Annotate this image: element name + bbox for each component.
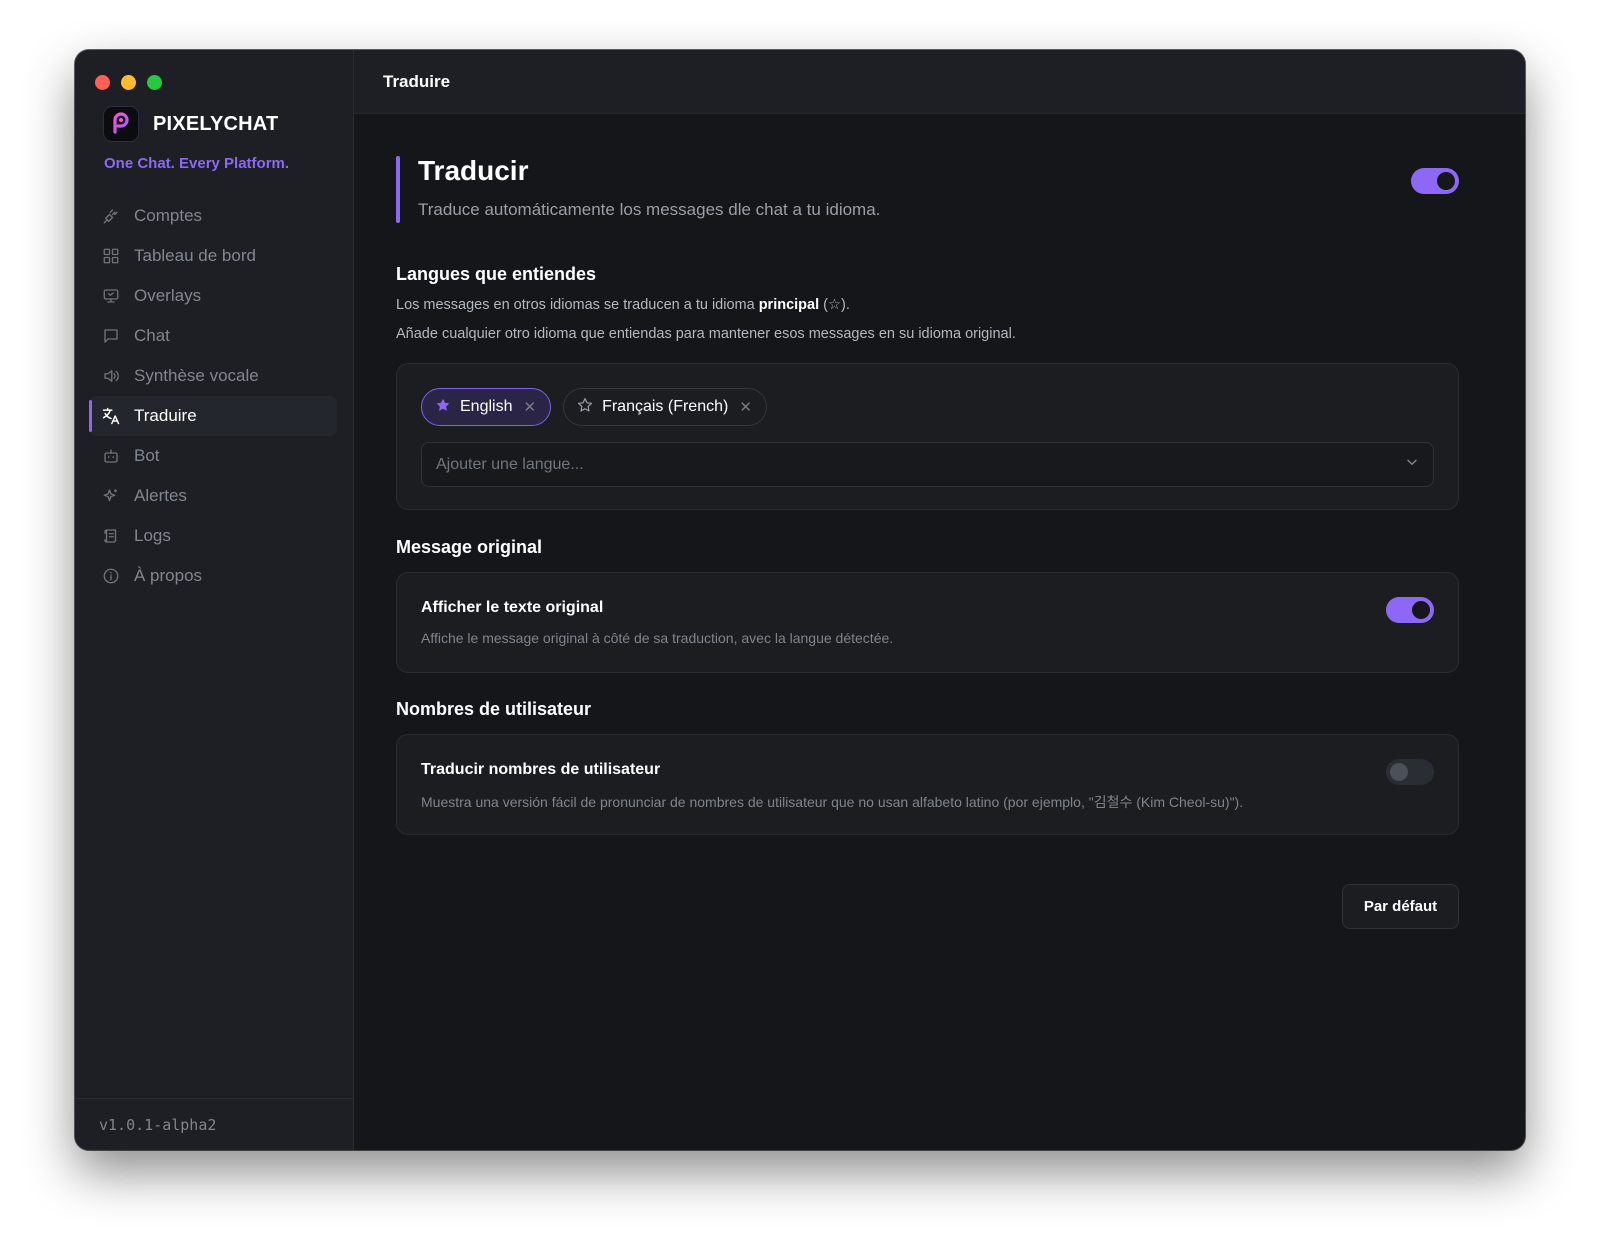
star-filled-icon[interactable]: [435, 397, 451, 418]
zoom-window-button[interactable]: [147, 75, 162, 90]
chevron-down-icon: [1405, 455, 1419, 474]
version-label: v1.0.1-alpha2: [75, 1098, 353, 1150]
sidebar-item-label: Alertes: [134, 486, 187, 505]
sidebar-item-alertes[interactable]: Alertes: [89, 476, 337, 516]
pixelychat-logo-icon: [103, 106, 139, 142]
language-chip[interactable]: Français (French) ✕: [563, 388, 767, 426]
sidebar-item-label: Chat: [134, 326, 170, 345]
sidebar-item-label: Bot: [134, 446, 160, 465]
remove-language-icon[interactable]: ✕: [523, 398, 536, 416]
sidebar-item-chat[interactable]: Chat: [89, 316, 337, 356]
usernames-section-title: Nombres de utilisateur: [396, 699, 592, 719]
sidebar-item-label: Traduire: [134, 406, 197, 425]
show-original-toggle[interactable]: [1386, 597, 1434, 623]
info-icon: [101, 566, 121, 586]
toggle-knob: [1390, 763, 1408, 781]
languages-description: Los messages en otros idiomas se traduce…: [396, 291, 1459, 320]
chat-bubble-icon: [101, 326, 121, 346]
sidebar-item-synthese-vocale[interactable]: Synthèse vocale: [89, 356, 337, 396]
language-chip-primary[interactable]: English ✕: [421, 388, 552, 426]
sidebar-item-bot[interactable]: Bot: [89, 436, 337, 476]
sparkle-icon: [101, 486, 121, 506]
show-original-description: Affiche le message original à côté de sa…: [421, 630, 894, 646]
sidebar-item-label: Logs: [134, 526, 171, 545]
sidebar-item-a-propos[interactable]: À propos: [89, 556, 337, 596]
show-original-card: Afficher le texte original Affiche le me…: [396, 572, 1459, 673]
speaker-icon: [101, 366, 121, 386]
add-language-placeholder: Ajouter une langue...: [436, 455, 584, 473]
page-title: Traduire: [354, 50, 1525, 114]
sidebar-item-overlays[interactable]: Overlays: [89, 276, 337, 316]
languages-description-2: Añade cualquier otro idioma que entienda…: [396, 326, 1016, 342]
app-window: PIXELYCHAT One Chat. Every Platform. Com…: [75, 50, 1525, 1150]
grid-icon: [101, 246, 121, 266]
toggle-knob: [1437, 172, 1455, 190]
hero-title: Traducir: [418, 155, 529, 186]
brand: PIXELYCHAT: [103, 106, 278, 142]
traffic-lights: [95, 75, 162, 90]
languages-desc-suffix: (☆).: [819, 297, 850, 313]
show-original-title: Afficher le texte original: [421, 599, 604, 616]
original-section-title: Message original: [396, 537, 543, 557]
languages-card: English ✕ Français (French) ✕ Ajouter un…: [396, 363, 1459, 510]
sidebar-item-label: Comptes: [134, 206, 203, 225]
sidebar-nav: Comptes Tableau de bord Overlays Chat Sy…: [89, 196, 337, 596]
brand-name: PIXELYCHAT: [153, 112, 279, 135]
robot-icon: [101, 446, 121, 466]
close-window-button[interactable]: [95, 75, 110, 90]
sidebar-item-label: À propos: [134, 566, 203, 585]
sidebar-item-traduire[interactable]: Traduire: [89, 396, 337, 436]
sidebar-item-comptes[interactable]: Comptes: [89, 196, 337, 236]
plug-icon: [101, 206, 121, 226]
star-outline-icon[interactable]: [577, 397, 593, 418]
translate-icon: [101, 406, 121, 426]
translate-hero: Traducir Traduce automáticamente los mes…: [396, 156, 1459, 224]
add-language-select[interactable]: Ajouter une langue...: [421, 442, 1434, 487]
translate-usernames-title: Traducir nombres de utilisateur: [421, 761, 661, 778]
languages-desc-bold: principal: [758, 297, 820, 313]
toggle-knob: [1412, 601, 1430, 619]
languages-section-title: Langues que entiendes: [396, 264, 597, 284]
reset-defaults-button[interactable]: Par défaut: [1342, 884, 1459, 929]
translate-usernames-card: Traducir nombres de utilisateur Muestra …: [396, 734, 1459, 835]
sidebar-item-label: Overlays: [134, 286, 202, 305]
brand-tagline: One Chat. Every Platform.: [104, 155, 290, 172]
monitor-icon: [101, 286, 121, 306]
translate-enabled-toggle[interactable]: [1411, 168, 1459, 194]
remove-language-icon[interactable]: ✕: [739, 398, 752, 416]
sidebar-item-logs[interactable]: Logs: [89, 516, 337, 556]
language-chip-label: Français (French): [602, 398, 729, 415]
translate-usernames-toggle[interactable]: [1386, 759, 1434, 785]
translate-settings: Traducir Traduce automáticamente los mes…: [396, 114, 1459, 929]
sidebar-item-label: Synthèse vocale: [134, 366, 259, 385]
languages-desc-text: Los messages en otros idiomas se traduce…: [396, 297, 759, 313]
scroll-icon: [101, 526, 121, 546]
language-chips: English ✕ Français (French) ✕: [421, 388, 1434, 426]
sidebar-item-tableau-de-bord[interactable]: Tableau de bord: [89, 236, 337, 276]
main-panel: Traduire Traducir Traduce automáticament…: [354, 50, 1525, 1150]
sidebar: PIXELYCHAT One Chat. Every Platform. Com…: [75, 50, 354, 1150]
minimize-window-button[interactable]: [121, 75, 136, 90]
translate-usernames-description: Muestra una versión fácil de pronunciar …: [421, 794, 1244, 810]
sidebar-item-label: Tableau de bord: [134, 246, 256, 265]
language-chip-label: English: [460, 398, 513, 415]
hero-subtitle: Traduce automáticamente los messages dle…: [418, 200, 881, 219]
